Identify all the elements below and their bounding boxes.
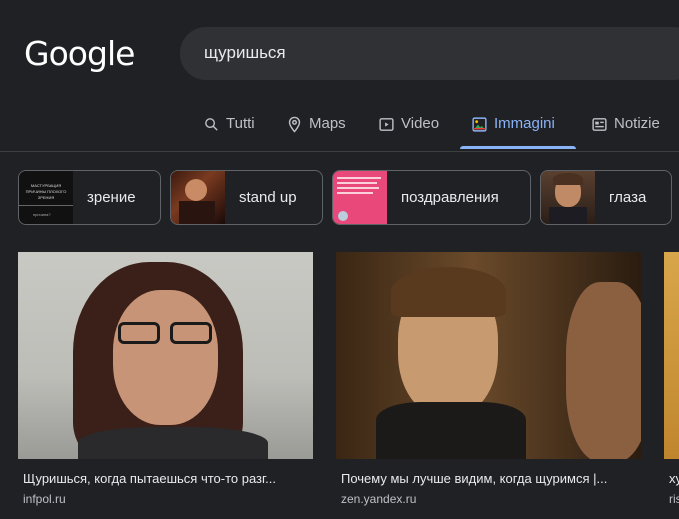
- tab-label: Immagini: [494, 115, 555, 132]
- thumb-text: ПРИЧИНЫ ПЛОХОГО ЗРЕНИЯ: [25, 189, 67, 200]
- tab-label: Notizie: [614, 115, 660, 132]
- result-title[interactable]: Щуришься, когда пытаешься что-то разг...: [23, 471, 276, 486]
- chip-thumbnail: [333, 171, 387, 224]
- result-card[interactable]: хулиган rise: [664, 252, 679, 519]
- chip-label: поздравления: [401, 189, 499, 206]
- image-results: Щуришься, когда пытаешься что-то разг...…: [0, 252, 679, 519]
- tab-video[interactable]: Video: [378, 108, 439, 152]
- tab-label: Tutti: [226, 115, 255, 132]
- chip-thumbnail: МАСТУРБАЦИЯ ПРИЧИНЫ ПЛОХОГО ЗРЕНИЯ причи…: [19, 171, 73, 224]
- image-icon: [472, 117, 487, 132]
- header: Google щуришься Tutti Maps Video Immagin…: [0, 0, 679, 152]
- result-source[interactable]: infpol.ru: [23, 492, 66, 506]
- result-source[interactable]: zen.yandex.ru: [341, 492, 416, 506]
- thumb-text: причина?: [33, 212, 51, 217]
- tab-news[interactable]: Notizie: [591, 108, 660, 152]
- search-icon: [205, 118, 218, 131]
- result-image[interactable]: [18, 252, 313, 459]
- result-image[interactable]: [664, 252, 679, 459]
- map-pin-icon: [288, 116, 301, 133]
- search-input[interactable]: щуришься: [204, 43, 286, 63]
- result-card[interactable]: Щуришься, когда пытаешься что-то разг...…: [18, 252, 313, 506]
- related-search-chips: МАСТУРБАЦИЯ ПРИЧИНЫ ПЛОХОГО ЗРЕНИЯ причи…: [0, 170, 679, 226]
- active-tab-indicator: [460, 146, 576, 149]
- tab-all[interactable]: Tutti: [203, 108, 255, 152]
- news-icon: [592, 118, 607, 131]
- chip-vision[interactable]: МАСТУРБАЦИЯ ПРИЧИНЫ ПЛОХОГО ЗРЕНИЯ причи…: [18, 170, 161, 225]
- chip-label: зрение: [87, 189, 136, 206]
- result-source[interactable]: rise: [669, 492, 679, 506]
- tab-maps[interactable]: Maps: [286, 108, 346, 152]
- tab-bar: Tutti Maps Video Immagini Notizie: [0, 108, 679, 152]
- chip-thumbnail: [541, 171, 595, 224]
- tab-label: Maps: [309, 115, 346, 132]
- chip-label: stand up: [239, 189, 297, 206]
- tab-label: Video: [401, 115, 440, 132]
- chip-eyes[interactable]: глаза: [540, 170, 672, 225]
- result-card[interactable]: Почему мы лучше видим, когда щуримся |..…: [336, 252, 641, 506]
- video-icon: [379, 118, 394, 131]
- chip-congratulations[interactable]: поздравления: [332, 170, 531, 225]
- result-image[interactable]: [336, 252, 641, 459]
- search-box[interactable]: щуришься: [180, 27, 679, 80]
- chip-stand-up[interactable]: stand up: [170, 170, 323, 225]
- chip-label: глаза: [609, 189, 647, 206]
- result-title[interactable]: хулиган: [669, 471, 679, 486]
- result-title[interactable]: Почему мы лучше видим, когда щуримся |..…: [341, 471, 607, 486]
- google-logo[interactable]: Google: [24, 34, 135, 73]
- chip-thumbnail: [171, 171, 225, 224]
